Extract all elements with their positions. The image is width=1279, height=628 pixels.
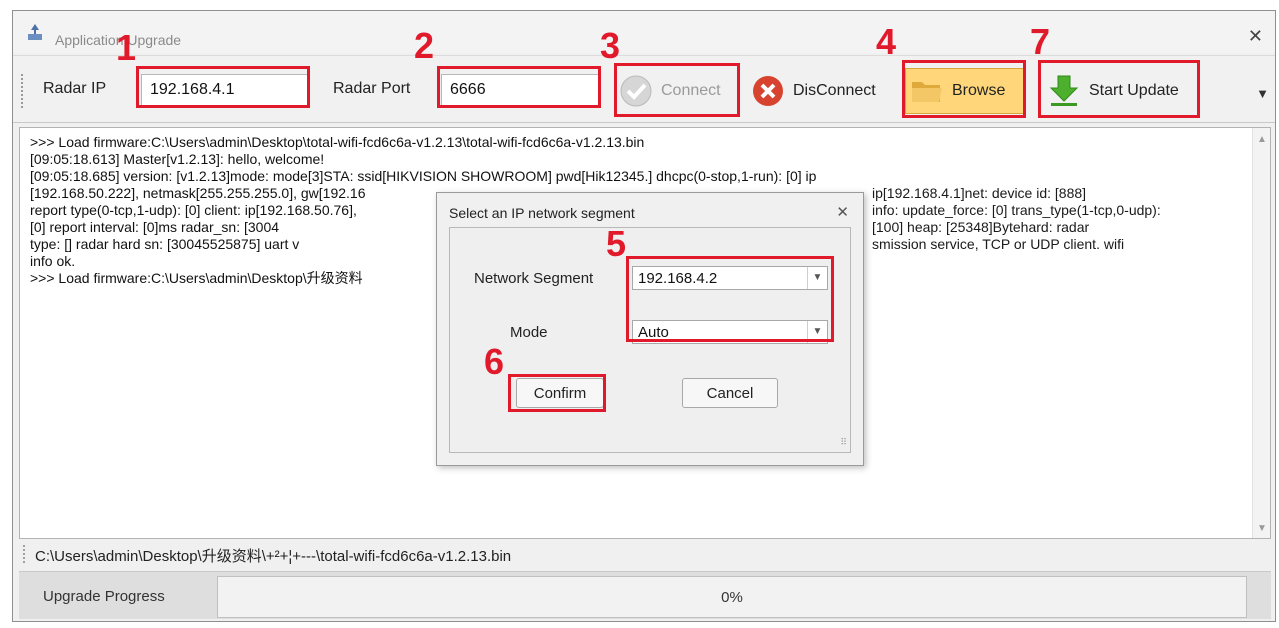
start-update-button[interactable]: Start Update — [1043, 68, 1201, 114]
close-icon[interactable]: ✕ — [1248, 27, 1263, 45]
toolbar-grip[interactable] — [21, 74, 24, 108]
annotation-number: 4 — [876, 21, 897, 62]
connect-label: Connect — [661, 82, 721, 99]
path-grip — [23, 545, 25, 563]
toolbar: Radar IP 192.168.4.1 Radar Port 6666 Con… — [13, 55, 1275, 123]
network-segment-value: 192.168.4.2 — [638, 270, 718, 287]
mode-value: Auto — [638, 324, 669, 341]
scroll-down-icon[interactable]: ▼ — [1257, 523, 1267, 534]
chevron-down-icon[interactable]: ▼ — [807, 321, 827, 343]
dialog-close-icon[interactable]: ✕ — [836, 203, 849, 221]
radar-port-input[interactable]: 6666 — [441, 74, 601, 106]
close-circle-icon — [753, 76, 783, 106]
app-icon — [28, 24, 42, 40]
dialog-title: Select an IP network segment — [449, 205, 635, 221]
dialog-body: Network Segment 192.168.4.2 ▼ Mode Auto … — [449, 227, 851, 453]
progress-row: Upgrade Progress 0% — [19, 571, 1271, 619]
log-line: [09:05:18.685] version: [v1.2.13]mode: m… — [30, 168, 817, 184]
firmware-path-bar: C:\Users\admin\Desktop\升级资料\+²+¦+---\tot… — [19, 541, 1271, 567]
chevron-down-icon[interactable]: ▼ — [807, 267, 827, 289]
annotation-number: 7 — [1030, 21, 1051, 62]
confirm-button[interactable]: Confirm — [516, 378, 604, 408]
network-segment-dialog: Select an IP network segment ✕ Network S… — [436, 192, 864, 466]
resize-grip-icon[interactable]: ⠿ — [840, 437, 847, 448]
log-line: ip[192.168.4.1]net: device id: [888] — [872, 185, 1087, 201]
log-line: [100] heap: [25348]Bytehard: radar — [872, 219, 1090, 235]
mode-select[interactable]: Auto ▼ — [632, 320, 828, 344]
log-right-fragments: ip[192.168.4.1]net: device id: [888] inf… — [872, 185, 1242, 253]
cancel-button[interactable]: Cancel — [682, 378, 778, 408]
disconnect-button[interactable]: DisConnect — [751, 68, 899, 114]
firmware-path: C:\Users\admin\Desktop\升级资料\+²+¦+---\tot… — [35, 548, 512, 565]
log-scrollbar[interactable]: ▲ ▼ — [1252, 128, 1270, 538]
progress-percent: 0% — [721, 589, 743, 606]
network-segment-label: Network Segment — [474, 270, 594, 287]
radar-ip-input[interactable]: 192.168.4.1 — [141, 74, 309, 106]
connect-button[interactable]: Connect — [619, 68, 745, 114]
folder-icon — [912, 82, 942, 102]
log-line: [09:05:18.613] Master[v1.2.13]: hello, w… — [30, 151, 325, 167]
upgrade-progress-bar: 0% — [217, 576, 1247, 618]
radar-ip-label: Radar IP — [43, 80, 107, 97]
log-line: info: update_force: [0] trans_type(1-tcp… — [872, 202, 1161, 218]
annotation-number: 1 — [116, 27, 137, 68]
radar-port-label: Radar Port — [333, 80, 411, 97]
annotation-number: 6 — [484, 341, 505, 382]
annotation-number: 2 — [414, 25, 435, 66]
download-arrow-icon — [1049, 75, 1079, 106]
mode-label: Mode — [510, 324, 548, 341]
title-bar: Application Upgrade ✕ — [13, 11, 1275, 53]
check-icon — [620, 75, 652, 107]
log-line: >>> Load firmware:C:\Users\admin\Desktop… — [30, 134, 645, 150]
annotation-number: 5 — [606, 223, 627, 264]
annotation-number: 3 — [600, 25, 621, 66]
chevron-down-icon[interactable]: ▼ — [1256, 86, 1269, 101]
browse-button[interactable]: Browse — [905, 68, 1025, 114]
start-update-label: Start Update — [1089, 82, 1179, 99]
disconnect-label: DisConnect — [793, 82, 876, 99]
browse-label: Browse — [952, 82, 1006, 99]
scroll-up-icon[interactable]: ▲ — [1257, 134, 1267, 145]
log-line: smission service, TCP or UDP client. wif… — [872, 236, 1125, 252]
upgrade-progress-label: Upgrade Progress — [43, 588, 165, 605]
network-segment-select[interactable]: 192.168.4.2 ▼ — [632, 266, 828, 290]
